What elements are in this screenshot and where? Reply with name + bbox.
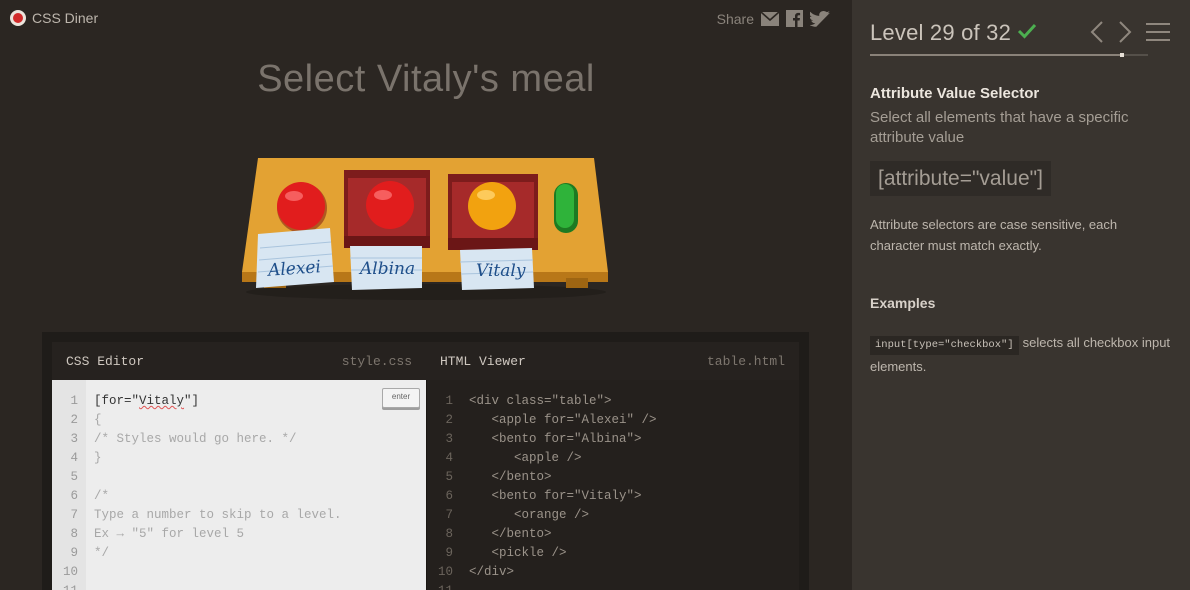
name-card-alexei: Alexei	[256, 228, 334, 288]
share-bar: Share	[717, 10, 830, 27]
code-line: <bento for="Albina">	[469, 432, 642, 446]
game-area: CSS Diner Share Select Vitaly's meal Ale…	[0, 0, 852, 590]
code-line: <apple for="Alexei" />	[469, 413, 657, 427]
code-line: {	[94, 413, 102, 427]
previous-level-icon[interactable]	[1090, 20, 1104, 49]
selector-note: Attribute selectors are case sensitive, …	[870, 217, 1118, 253]
selector-syntax: [attribute="value"]	[870, 161, 1051, 196]
level-indicator[interactable]: Level 29 of 32	[870, 20, 1011, 46]
selector-description: Select all elements that have a specific…	[870, 109, 1129, 146]
editor-panel: CSS Editor style.css 1 2 3 4 5 6 7 8 9 10 11 [for=…	[42, 332, 809, 590]
line-number: 5	[445, 470, 453, 484]
example-code: input[type="checkbox"]	[870, 336, 1019, 355]
card-text-alexei: Alexei	[265, 257, 321, 281]
css-editor-body[interactable]: 1 2 3 4 5 6 7 8 9 10 11 [for="Vitaly"] { /* Styles …	[52, 380, 426, 590]
line-number: 3	[445, 432, 453, 446]
code-line: <bento for="Vitaly">	[469, 489, 642, 503]
html-viewer: HTML Viewer table.html 1 2 3 4 5 6 7 8 9 10 11 <di…	[426, 342, 799, 590]
line-number: 7	[445, 508, 453, 522]
line-number: 8	[445, 527, 453, 541]
css-editor-title: CSS Editor	[66, 353, 145, 369]
share-label: Share	[716, 10, 754, 27]
level-nav	[1090, 20, 1170, 49]
code-line: }	[94, 451, 102, 465]
line-number: 6	[70, 489, 78, 503]
card-text-vitaly: Vitaly	[476, 261, 526, 281]
email-icon[interactable]	[761, 11, 779, 26]
level-header: Level 29 of 32	[870, 18, 1180, 48]
html-line-numbers: 1 2 3 4 5 6 7 8 9 10 11	[427, 380, 461, 590]
line-number: 7	[70, 508, 78, 522]
code-line: */	[94, 546, 110, 560]
pickle	[554, 183, 578, 233]
menu-icon[interactable]	[1146, 21, 1170, 48]
code-line: <pickle />	[469, 546, 567, 560]
dining-table: Alexei Albina Vitaly	[242, 158, 608, 300]
css-input-line[interactable]: [for="Vitaly"]	[94, 392, 426, 411]
sidebar: Level 29 of 32 Attribute Value Selector …	[852, 0, 1190, 590]
logo-text: CSS Diner	[32, 10, 99, 26]
line-number: 9	[445, 546, 453, 560]
level-progress-bar	[870, 53, 1148, 57]
css-line-numbers: 1 2 3 4 5 6 7 8 9 10 11	[52, 380, 86, 590]
line-number: 3	[70, 432, 78, 446]
code-line: <apple />	[469, 451, 582, 465]
code-line: /* Styles would go here. */	[94, 432, 297, 446]
checkmark-icon	[1017, 23, 1037, 44]
code-line: </bento>	[469, 527, 552, 541]
examples-title: Examples	[870, 295, 936, 311]
css-editor-filename: style.css	[341, 353, 412, 369]
page-title: Select Vitaly's meal	[257, 58, 595, 100]
line-number: 11	[52, 582, 78, 590]
progress-marker	[1119, 53, 1124, 57]
logo-icon	[10, 10, 26, 26]
line-number: 1	[445, 394, 453, 408]
code-line: Type a number to skip to a level.	[94, 508, 342, 522]
line-number: 2	[70, 413, 78, 427]
line-number: 9	[70, 546, 78, 560]
facebook-icon[interactable]	[786, 10, 803, 27]
css-editor-header: CSS Editor style.css	[52, 342, 426, 380]
line-number: 10	[62, 565, 78, 579]
line-number: 2	[445, 413, 453, 427]
code-line: <div class="table">	[469, 394, 612, 408]
name-card-vitaly: Vitaly	[459, 248, 534, 290]
css-code[interactable]: [for="Vitaly"] { /* Styles would go here.…	[86, 380, 426, 590]
html-code[interactable]: <div class="table"> <apple for="Alexei" …	[461, 380, 799, 590]
code-line: Ex → "5" for level 5	[94, 527, 245, 541]
next-level-icon[interactable]	[1118, 20, 1132, 49]
line-number: 5	[70, 470, 78, 484]
enter-button[interactable]: enter	[382, 388, 420, 408]
css-editor: CSS Editor style.css 1 2 3 4 5 6 7 8 9 10 11 [for=…	[52, 342, 426, 590]
css-input-value[interactable]: Vitaly	[139, 394, 184, 408]
code-line: </div>	[469, 565, 515, 579]
apple-albina	[366, 181, 414, 229]
name-card-albina: Albina	[350, 246, 422, 290]
code-line: /*	[94, 489, 110, 503]
html-viewer-body: 1 2 3 4 5 6 7 8 9 10 11 <div class="table"> <apple…	[426, 380, 799, 590]
code-line: <orange />	[469, 508, 590, 522]
example-item: input[type="checkbox"] selects all checkb…	[870, 331, 1175, 379]
selector-title: Attribute Value Selector	[870, 85, 1040, 102]
line-number: 8	[70, 527, 78, 541]
line-number: 6	[445, 489, 453, 503]
line-number: 1	[70, 394, 78, 408]
html-viewer-title: HTML Viewer	[440, 353, 526, 369]
line-number: 11	[427, 582, 453, 590]
orange-vitaly	[468, 182, 516, 230]
html-viewer-filename: table.html	[706, 353, 785, 369]
card-text-albina: Albina	[358, 259, 415, 279]
html-viewer-header: HTML Viewer table.html	[426, 342, 799, 380]
line-number: 4	[70, 451, 78, 465]
code-line: </bento>	[469, 470, 552, 484]
line-number: 10	[437, 565, 453, 579]
line-number: 4	[445, 451, 453, 465]
twitter-icon[interactable]	[810, 10, 830, 27]
logo[interactable]: CSS Diner	[10, 10, 98, 26]
